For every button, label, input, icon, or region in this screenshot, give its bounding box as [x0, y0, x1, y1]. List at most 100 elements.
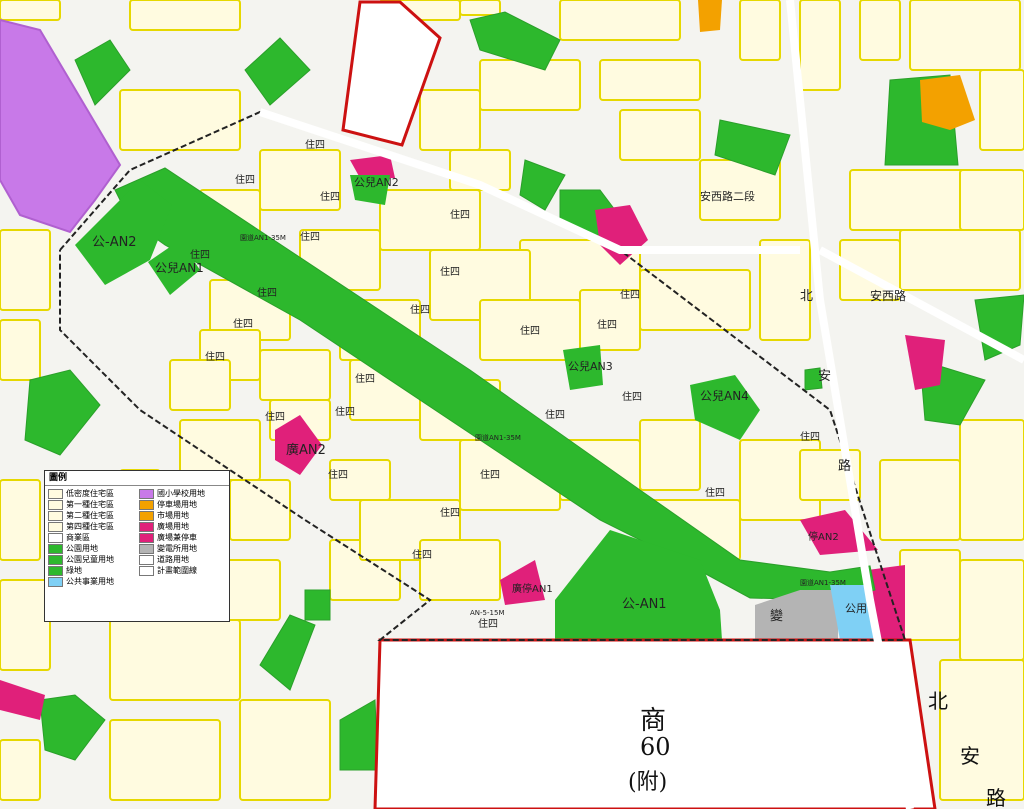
- orange-lot[interactable]: [920, 75, 975, 130]
- residential-parcel: [959, 169, 1024, 231]
- map-label-zhusi: 住四: [450, 208, 470, 221]
- map-label-zhusi: 住四: [705, 486, 725, 499]
- map-label-lu: 路: [838, 458, 851, 474]
- legend-left-column: 低密度住宅區 第一種住宅區 第二種住宅區 第四種住宅區 商業區 公園用地 公園兒童用地 綠地公…: [48, 488, 135, 587]
- legend-item: 商業區: [48, 532, 135, 543]
- legend-swatch: [48, 532, 63, 543]
- legend-label: 公共事業用地: [66, 576, 114, 586]
- legend-label: 第一種住宅區: [66, 499, 114, 509]
- legend-label: 市場用地: [157, 510, 189, 520]
- map-label-road-an1: 園道AN1-35M: [800, 578, 846, 587]
- legend-swatch: [139, 499, 154, 510]
- bei-label: 北: [928, 689, 948, 713]
- map-label-road-an1: 園道AN1-35M: [240, 233, 286, 242]
- legend-label: 廣場兼停車: [157, 532, 197, 542]
- legend-item: 市場用地: [139, 510, 226, 521]
- map-label-zhusi: 住四: [412, 548, 432, 561]
- green-lot: [39, 694, 106, 761]
- map-label-zhusi: 住四: [190, 248, 210, 261]
- map-label-zhusi: 住四: [440, 265, 460, 278]
- map-label-gong-er-an4: 公兒AN4: [700, 389, 749, 403]
- shang-label: 商: [640, 706, 667, 736]
- map-label-bian: 變: [770, 608, 783, 624]
- map-label-zhusi: 住四: [320, 190, 340, 203]
- legend-swatch: [48, 565, 63, 576]
- map-label-gong-er-an3: 公兒AN3: [568, 360, 613, 373]
- map-label-zhusi: 住四: [305, 138, 325, 151]
- legend-swatch: [139, 532, 154, 543]
- an-label: 安: [960, 744, 980, 768]
- residential-parcel: [479, 59, 581, 111]
- residential-parcel: [799, 0, 841, 91]
- map-label-zhusi: 住四: [410, 303, 430, 316]
- map-label-zhusi: 住四: [620, 288, 640, 301]
- map-label-zhusi: 住四: [520, 324, 540, 337]
- legend-swatch: [139, 521, 154, 532]
- legend-swatch: [48, 576, 63, 587]
- map-label-gong-er-an2: 公兒AN2: [354, 176, 399, 189]
- map-label-zhusi: 住四: [545, 408, 565, 421]
- map-label-zhusi: 住四: [205, 350, 225, 363]
- legend-swatch: [48, 521, 63, 532]
- residential-parcel: [879, 459, 961, 541]
- residential-parcel: [599, 59, 701, 101]
- residential-parcel: [109, 719, 221, 801]
- legend-swatch: [139, 554, 154, 565]
- residential-parcel: [899, 549, 961, 641]
- legend-item: 計畫範圍線: [139, 565, 226, 576]
- map-label-gonghe: 公用: [845, 602, 867, 615]
- map-label-chang-an1: 廣停AN1: [512, 582, 553, 595]
- legend-item: 低密度住宅區: [48, 488, 135, 499]
- green-lot: [259, 614, 316, 691]
- legend-item: 公園用地: [48, 543, 135, 554]
- legend-item: 公共事業用地: [48, 576, 135, 587]
- map-label-zhusi: 住四: [440, 506, 460, 519]
- legend-label: 國小學校用地: [157, 488, 205, 498]
- map-label-zhusi: 住四: [328, 468, 348, 481]
- legend-swatch: [48, 510, 63, 521]
- shang-number: 60: [640, 733, 671, 761]
- map-legend: 圖例 低密度住宅區 第一種住宅區 第二種住宅區 第四種住宅區 商業區 公園用地 公園兒童用地…: [44, 470, 230, 622]
- lu-label: 路: [986, 786, 1006, 809]
- legend-swatch: [139, 488, 154, 499]
- residential-parcel: [909, 0, 1021, 71]
- legend-label: 公園用地: [66, 543, 98, 553]
- residential-parcel: [959, 419, 1024, 541]
- map-label-zhusi: 住四: [355, 372, 375, 385]
- map-label-zhusi: 住四: [478, 617, 498, 630]
- legend-swatch: [48, 488, 63, 499]
- magenta-lot: [0, 680, 45, 720]
- orange-lot[interactable]: [698, 0, 722, 32]
- legend-label: 公園兒童用地: [66, 554, 114, 564]
- map-label-ting-an2: 停AN2: [808, 530, 839, 543]
- residential-parcel: [129, 0, 241, 31]
- legend-label: 第二種住宅區: [66, 510, 114, 520]
- legend-label: 低密度住宅區: [66, 488, 114, 498]
- residential-parcel: [0, 319, 41, 381]
- residential-parcel: [739, 0, 781, 61]
- map-label-zhusi: 住四: [800, 430, 820, 443]
- legend-item: 國小學校用地: [139, 488, 226, 499]
- residential-parcel: [0, 229, 51, 311]
- legend-label: 商業區: [66, 532, 90, 542]
- residential-parcel: [559, 0, 681, 41]
- legend-swatch: [48, 499, 63, 510]
- residential-parcel: [619, 109, 701, 161]
- legend-item: 綠地: [48, 565, 135, 576]
- magenta-lot: [500, 560, 545, 605]
- legend-item: 第二種住宅區: [48, 510, 135, 521]
- legend-item: 廣場兼停車: [139, 532, 226, 543]
- legend-item: 停車場用地: [139, 499, 226, 510]
- map-label-zhusi: 住四: [335, 405, 355, 418]
- legend-label: 計畫範圍線: [157, 565, 197, 575]
- zoning-map[interactable]: 住四住四住四住四住四住四住四住四住四住四住四住四住四住四住四住四 住四住四住四住四…: [0, 0, 1024, 809]
- residential-parcel: [849, 169, 971, 231]
- map-label-bei: 北: [800, 289, 813, 304]
- green-lot: [244, 37, 311, 106]
- map-label-road-an1: 園道AN1-35M: [475, 433, 521, 442]
- residential-parcel: [419, 89, 481, 151]
- residential-parcel: [119, 89, 241, 151]
- legend-label: 變電所用地: [157, 543, 197, 553]
- map-label-gong-er-an1: 公兒AN1: [155, 261, 204, 275]
- residential-parcel: [639, 269, 751, 331]
